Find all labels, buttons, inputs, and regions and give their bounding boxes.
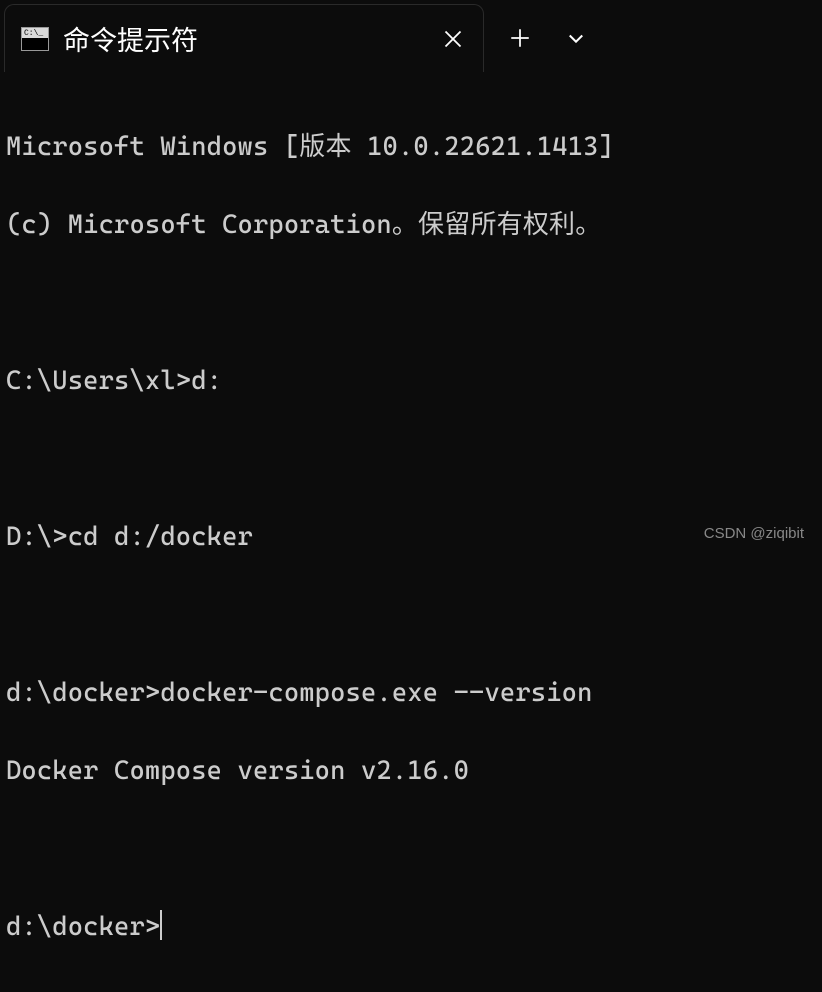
terminal-line <box>6 284 816 323</box>
close-icon <box>443 29 463 49</box>
terminal-line: Docker Compose version v2.16.0 <box>6 752 816 791</box>
terminal-line: d:\docker>docker-compose.exe --version <box>6 674 816 713</box>
terminal-prompt: d:\docker> <box>6 908 816 947</box>
cursor <box>160 910 162 940</box>
tab-title: 命令提示符 <box>63 19 431 58</box>
terminal-line: Microsoft Windows [版本 10.0.22621.1413] <box>6 128 816 167</box>
terminal-line: C:\Users\xl>d: <box>6 362 816 401</box>
plus-icon <box>510 28 530 48</box>
chevron-down-icon <box>566 28 586 48</box>
terminal-line: D:\>cd d:/docker <box>6 518 816 557</box>
terminal-line: (c) Microsoft Corporation。保留所有权利。 <box>6 206 816 245</box>
cmd-icon <box>21 27 49 51</box>
close-tab-button[interactable] <box>431 17 475 61</box>
new-tab-button[interactable] <box>492 10 548 66</box>
terminal-line <box>6 440 816 479</box>
watermark: CSDN @ziqibit <box>704 525 804 542</box>
terminal-output[interactable]: Microsoft Windows [版本 10.0.22621.1413] (… <box>0 75 822 992</box>
terminal-line <box>6 596 816 635</box>
tab-dropdown-button[interactable] <box>548 10 604 66</box>
terminal-tab[interactable]: 命令提示符 <box>4 4 484 72</box>
title-bar: 命令提示符 <box>0 0 822 75</box>
terminal-line <box>6 830 816 869</box>
title-actions <box>484 4 604 72</box>
